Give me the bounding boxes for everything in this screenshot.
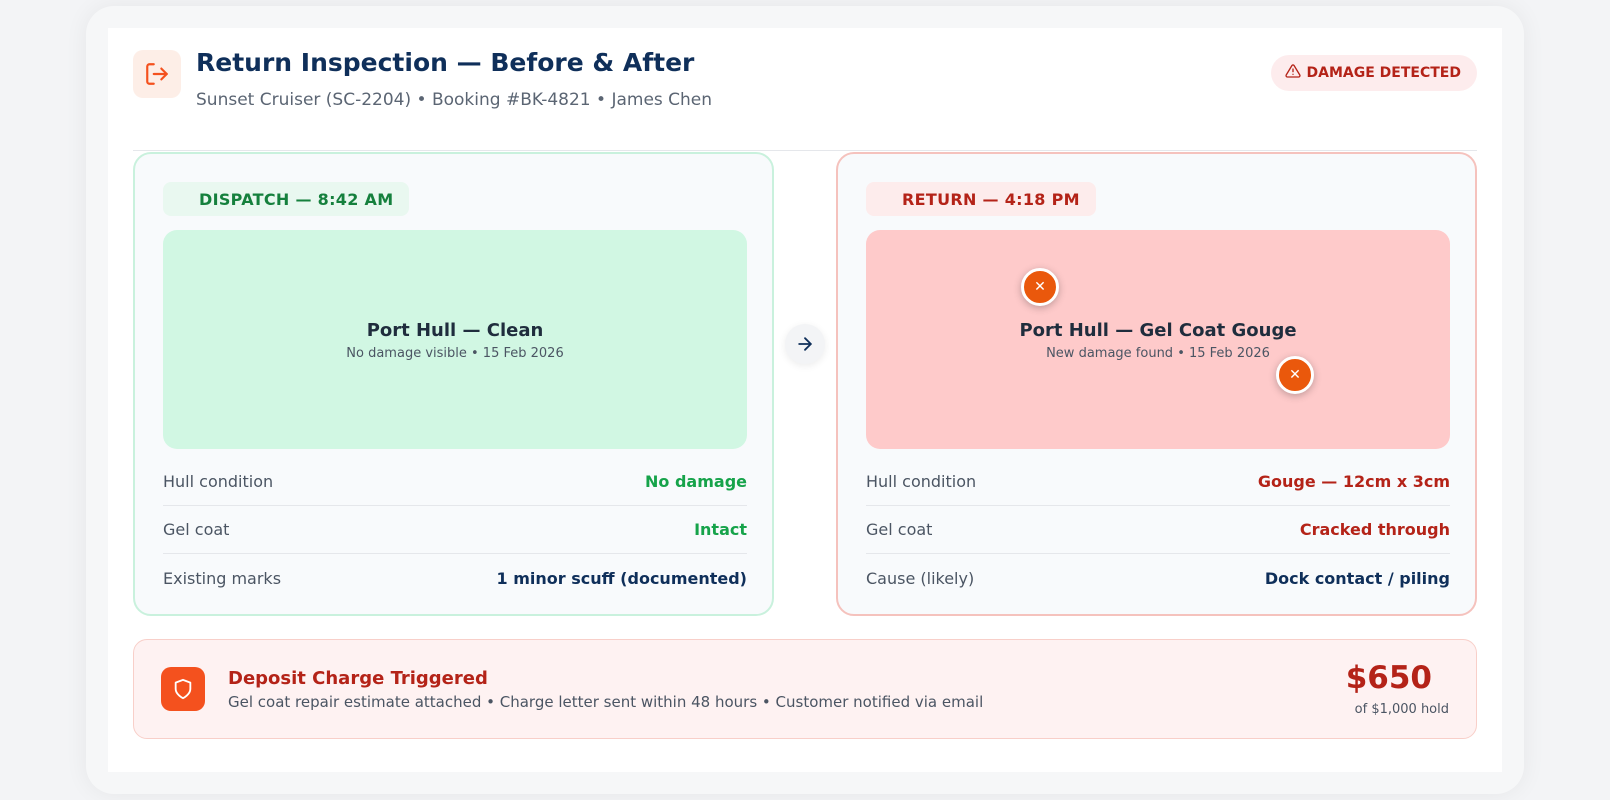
return-details: Hull condition Gouge — 12cm x 3cm Gel co… [866,458,1450,602]
detail-row: Existing marks 1 minor scuff (documented… [163,554,747,602]
detail-value: Dock contact / piling [1264,568,1450,588]
deposit-subtitle: Gel coat repair estimate attached • Char… [228,693,984,711]
detail-label: Hull condition [866,472,977,491]
detail-value: Gouge — 12cm x 3cm [1257,472,1450,491]
return-photo-title: Port Hull — Gel Coat Gouge [1019,320,1297,341]
return-tag: RETURN — 4:18 PM [866,182,1096,216]
deposit-hold: of $1,000 hold [1354,702,1449,717]
detail-value: Cracked through [1299,520,1450,539]
deposit-title: Deposit Charge Triggered [228,668,488,689]
detail-row: Hull condition No damage [163,458,747,506]
detail-label: Gel coat [866,520,933,539]
detail-value: No damage [645,472,747,491]
detail-label: Cause (likely) [866,568,975,588]
page-title: Return Inspection — Before & After [196,48,695,77]
inspection-card: Return Inspection — Before & After Sunse… [108,28,1502,772]
detail-row: Gel coat Cracked through [866,506,1450,554]
page-subtitle: Sunset Cruiser (SC-2204) • Booking #BK-4… [196,90,713,110]
deposit-charge-banner: Deposit Charge Triggered Gel coat repair… [133,639,1477,739]
return-panel: RETURN — 4:18 PM ✕ ✕ Port Hull — Gel Coa… [836,152,1477,616]
exit-icon [133,50,181,98]
warning-icon [1284,63,1301,83]
dispatch-tag: DISPATCH — 8:42 AM [163,182,410,216]
dispatch-photo-title: Port Hull — Clean [366,320,544,341]
dispatch-photo-caption: No damage visible • 15 Feb 2026 [346,346,564,361]
damage-marker-icon[interactable]: ✕ [1276,356,1314,394]
detail-label: Gel coat [163,520,230,539]
detail-label: Hull condition [163,472,274,491]
detail-row: Hull condition Gouge — 12cm x 3cm [866,458,1450,506]
damage-marker-icon[interactable]: ✕ [1021,268,1059,306]
arrow-right-icon [785,324,825,364]
dispatch-panel: DISPATCH — 8:42 AM Port Hull — Clean No … [133,152,774,616]
detail-value: Intact [694,520,747,539]
detail-row: Gel coat Intact [163,506,747,554]
badge-label: DAMAGE DETECTED [1306,65,1461,81]
shield-icon [161,667,205,711]
detail-row: Cause (likely) Dock contact / piling [866,554,1450,602]
detail-value: 1 minor scuff (documented) [496,568,747,588]
return-photo[interactable]: ✕ ✕ Port Hull — Gel Coat Gouge New damag… [866,230,1450,449]
dispatch-details: Hull condition No damage Gel coat Intact… [163,458,747,602]
deposit-amount: $650 [1345,660,1432,696]
detail-label: Existing marks [163,568,282,588]
dispatch-photo[interactable]: Port Hull — Clean No damage visible • 15… [163,230,747,449]
damage-status-badge: DAMAGE DETECTED [1270,55,1477,91]
return-photo-caption: New damage found • 15 Feb 2026 [1046,346,1270,361]
header: Return Inspection — Before & After Sunse… [133,48,1477,151]
